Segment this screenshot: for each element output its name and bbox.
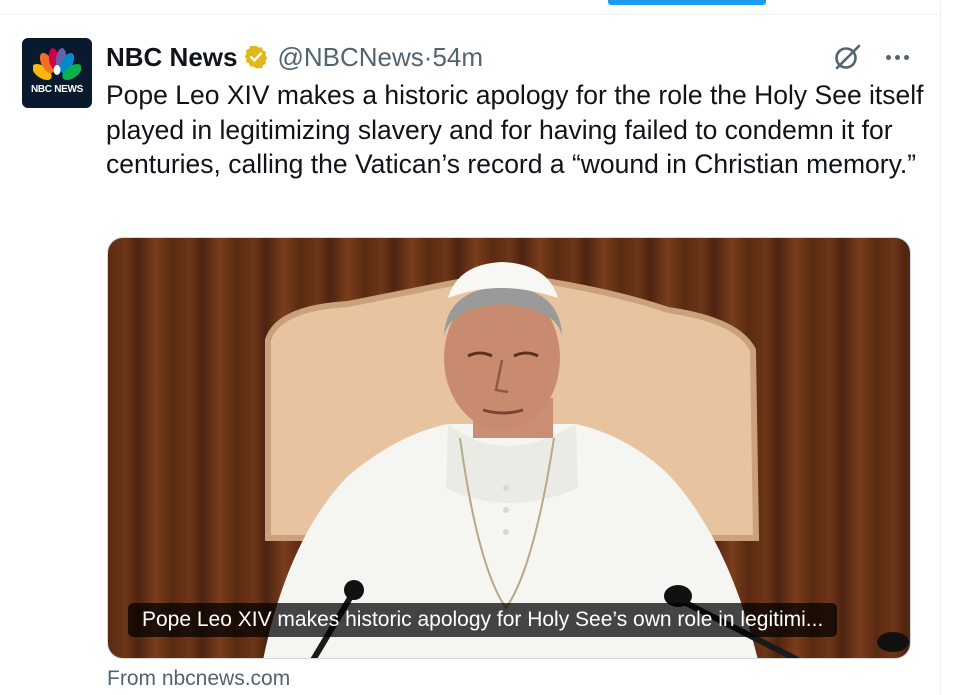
more-dot (903, 54, 909, 60)
avatar[interactable]: NBC NEWS (22, 38, 92, 108)
card-caption[interactable]: Pope Leo XIV makes historic apology for … (128, 603, 838, 637)
grok-icon[interactable] (832, 42, 862, 72)
tweet-header: NBC News @NBCNews·54m (106, 40, 483, 74)
link-card-image[interactable] (107, 237, 911, 659)
active-tab-indicator (608, 0, 766, 5)
avatar-label: NBC NEWS (30, 84, 84, 95)
more-dot (894, 54, 900, 60)
tweet-text: Pope Leo XIV makes a historic apology fo… (106, 80, 924, 179)
more-dot (885, 54, 891, 60)
handle[interactable]: @NBCNews (277, 42, 423, 72)
display-name[interactable]: NBC News (106, 42, 237, 73)
nbc-peacock-icon (33, 48, 81, 80)
verified-badge-icon[interactable] (243, 44, 269, 70)
column-border (940, 0, 941, 695)
card-source-link[interactable]: From nbcnews.com (107, 667, 290, 691)
timestamp[interactable]: 54m (432, 42, 483, 72)
top-divider (0, 14, 940, 15)
handle-and-time[interactable]: @NBCNews·54m (277, 42, 483, 73)
more-icon[interactable] (882, 42, 912, 72)
pope-photo (263, 262, 909, 658)
